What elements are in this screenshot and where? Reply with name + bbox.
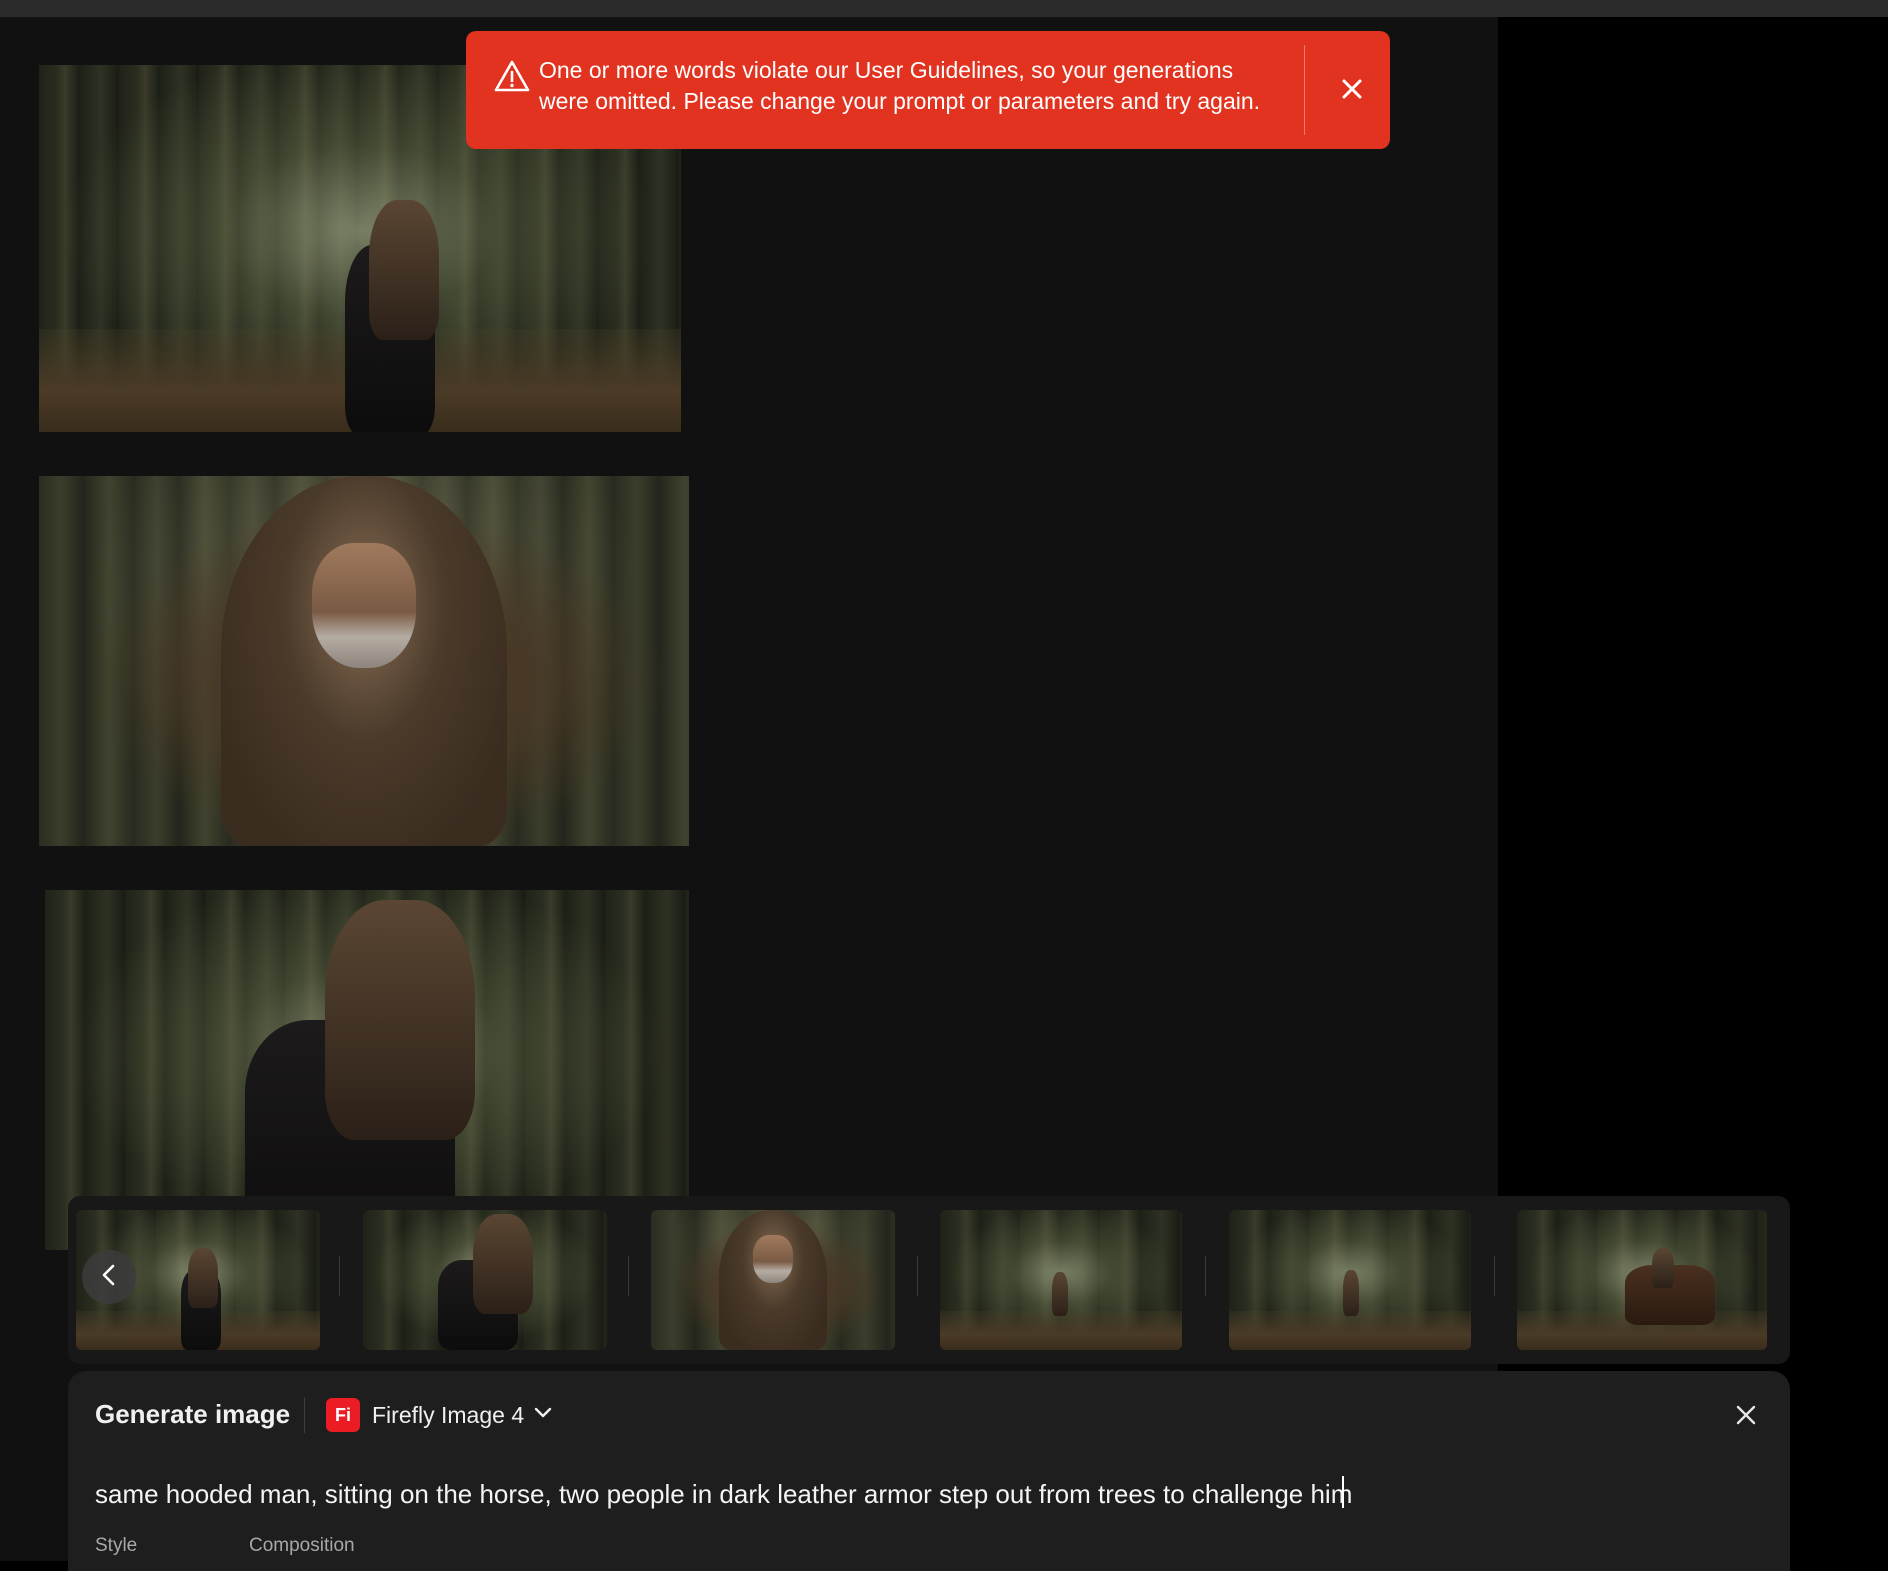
composition-label[interactable]: Composition — [249, 1535, 355, 1557]
chevron-left-icon — [100, 1263, 118, 1292]
thumbnail-5[interactable] — [1229, 1210, 1471, 1350]
thumbnail-separator — [917, 1256, 918, 1296]
image-ground — [1229, 1310, 1471, 1350]
prompt-input[interactable]: same hooded man, sitting on the horse, t… — [95, 1476, 1735, 1512]
panel-close-button[interactable] — [1726, 1397, 1766, 1437]
thumbnail-6[interactable] — [1517, 1210, 1767, 1350]
warning-triangle-icon — [494, 59, 530, 93]
image-rider — [325, 900, 475, 1140]
thumbnail-3[interactable] — [651, 1210, 895, 1350]
image-rider — [1652, 1248, 1674, 1288]
model-label: Firefly Image 4 — [372, 1401, 525, 1428]
thumbnail-strip — [68, 1196, 1790, 1364]
text-caret — [1342, 1476, 1344, 1508]
close-icon — [1735, 1404, 1757, 1431]
image-ground — [940, 1310, 1182, 1350]
title-separator — [304, 1397, 305, 1433]
image-face — [312, 542, 416, 669]
image-face — [753, 1235, 793, 1283]
generate-image-panel: Generate image Fi Firefly Image 4 same h… — [68, 1371, 1790, 1571]
close-icon — [1341, 78, 1363, 105]
thumbnails-prev-button[interactable] — [82, 1250, 136, 1304]
toast-divider — [1304, 45, 1305, 135]
image-rider — [1343, 1270, 1359, 1316]
image-rider — [473, 1214, 533, 1314]
style-label[interactable]: Style — [95, 1535, 137, 1557]
guidelines-violation-toast: One or more words violate our User Guide… — [466, 31, 1390, 149]
firefly-logo-icon: Fi — [326, 1398, 360, 1432]
thumbnail-separator — [1494, 1256, 1495, 1296]
toast-close-button[interactable] — [1328, 67, 1376, 115]
panel-title: Generate image — [95, 1399, 291, 1429]
gallery-image-2[interactable] — [39, 476, 689, 846]
thumbnail-4[interactable] — [940, 1210, 1182, 1350]
model-selector[interactable]: Fi Firefly Image 4 — [326, 1397, 552, 1433]
image-rider — [188, 1248, 218, 1308]
chevron-down-icon — [534, 1406, 552, 1424]
image-rider — [1052, 1272, 1068, 1316]
image-rider — [369, 200, 439, 340]
browser-top-bar — [0, 0, 1888, 17]
thumbnail-separator — [628, 1256, 629, 1296]
thumbnail-2[interactable] — [363, 1210, 607, 1350]
thumbnail-separator — [1205, 1256, 1206, 1296]
toast-message: One or more words violate our User Guide… — [539, 57, 1261, 114]
thumbnail-separator — [339, 1256, 340, 1296]
